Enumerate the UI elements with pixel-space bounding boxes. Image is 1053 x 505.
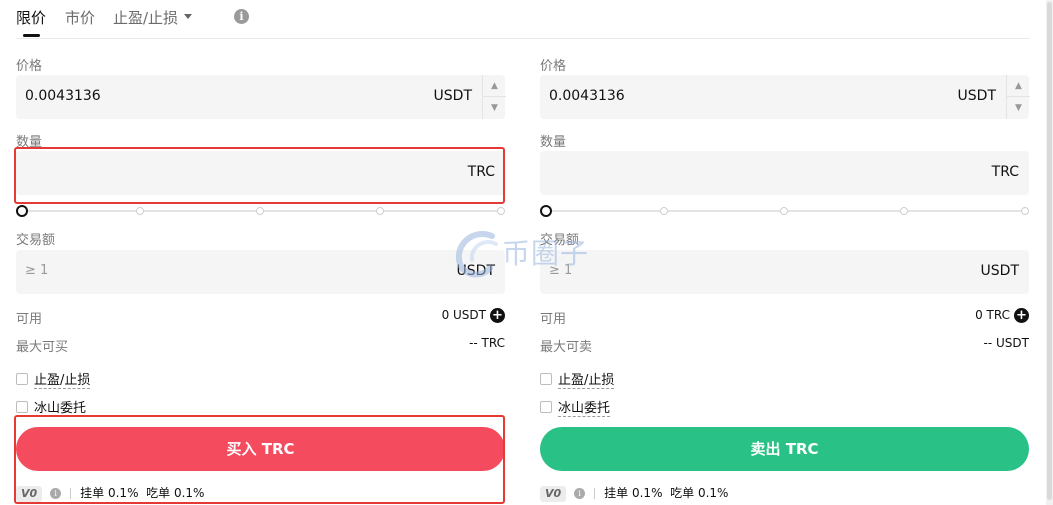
available-row: 可用 0 TRC +: [540, 308, 1029, 327]
available-row: 可用 0 USDT +: [16, 308, 505, 327]
slider-step-50[interactable]: [256, 207, 264, 215]
maker-fee: 挂单 0.1%: [604, 486, 663, 500]
max-sell-value: -- USDT: [983, 336, 1029, 350]
fee-info: V0 i 挂单 0.1% 吃单 0.1%: [540, 484, 728, 502]
sell-button[interactable]: 卖出 TRC: [540, 427, 1029, 471]
checkbox-box[interactable]: [540, 372, 552, 385]
sell-qty-unit: TRC: [991, 164, 1019, 180]
tpsl-checkbox-label: 止盈/止损: [34, 373, 91, 389]
slider-step-75[interactable]: [900, 207, 908, 215]
available-value: 0 USDT: [441, 308, 486, 322]
taker-fee: 吃单 0.1%: [146, 486, 205, 500]
price-stepper: ▲ ▼: [482, 75, 506, 119]
sell-price-input[interactable]: 0.0043136 USDT ▲ ▼: [540, 75, 1030, 119]
chevron-up-icon[interactable]: ▲: [1007, 75, 1030, 97]
buy-percent-slider[interactable]: [16, 205, 505, 217]
buy-price-value: 0.0043136: [25, 88, 101, 104]
chevron-down-icon[interactable]: ▼: [483, 97, 506, 119]
buy-amount-placeholder: ≥ 1: [25, 263, 49, 278]
chevron-down-icon[interactable]: ▼: [1007, 97, 1030, 119]
plus-circle-icon[interactable]: +: [490, 308, 505, 323]
buy-qty-input[interactable]: TRC: [16, 151, 505, 195]
slider-step-25[interactable]: [660, 207, 668, 215]
sell-amount-unit: USDT: [980, 263, 1019, 279]
sell-price-unit: USDT: [957, 88, 996, 104]
available-label: 可用: [16, 312, 43, 327]
sell-amount-input[interactable]: ≥ 1 USDT: [540, 250, 1029, 294]
plus-circle-icon[interactable]: +: [1014, 308, 1029, 323]
max-buy-value: -- TRC: [469, 336, 505, 350]
iceberg-checkbox-label: 冰山委托: [558, 401, 611, 417]
available-label: 可用: [540, 312, 567, 327]
buy-price-unit: USDT: [433, 88, 472, 104]
checkbox-box[interactable]: [16, 372, 28, 385]
iceberg-checkbox-label: 冰山委托: [34, 401, 87, 417]
buy-button[interactable]: 买入 TRC: [16, 427, 505, 471]
buy-price-input[interactable]: 0.0043136 USDT ▲ ▼: [16, 75, 506, 119]
price-label: 价格: [16, 59, 43, 74]
slider-handle[interactable]: [16, 205, 28, 217]
sell-price-value: 0.0043136: [549, 88, 625, 104]
scrollbar[interactable]: [1046, 0, 1053, 505]
max-sell-row: 最大可卖 -- USDT: [540, 336, 1029, 355]
tpsl-checkbox[interactable]: 止盈/止损: [540, 369, 615, 389]
taker-fee: 吃单 0.1%: [670, 486, 729, 500]
fee-info: V0 i 挂单 0.1% 吃单 0.1%: [16, 484, 204, 502]
amount-label: 交易额: [540, 233, 580, 248]
sell-qty-input[interactable]: TRC: [540, 151, 1029, 195]
scrollbar-thumb[interactable]: [1047, 2, 1052, 500]
checkbox-box[interactable]: [16, 400, 28, 413]
iceberg-checkbox[interactable]: 冰山委托: [540, 397, 611, 417]
vip-badge: V0: [16, 485, 43, 502]
slider-handle[interactable]: [540, 205, 552, 217]
available-value-wrap: 0 USDT +: [442, 308, 505, 323]
max-buy-row: 最大可买 -- TRC: [16, 336, 505, 355]
sell-amount-placeholder: ≥ 1: [549, 263, 573, 278]
checkbox-box[interactable]: [540, 400, 552, 413]
tpsl-checkbox[interactable]: 止盈/止损: [16, 369, 91, 389]
buy-qty-unit: TRC: [467, 164, 495, 180]
price-stepper: ▲ ▼: [1006, 75, 1030, 119]
slider-step-100[interactable]: [1021, 207, 1029, 215]
slider-step-100[interactable]: [497, 207, 505, 215]
info-icon[interactable]: i: [574, 488, 586, 499]
price-label: 价格: [540, 59, 567, 74]
max-sell-label: 最大可卖: [540, 340, 593, 355]
divider: [594, 488, 596, 499]
buy-amount-unit: USDT: [456, 263, 495, 279]
max-buy-label: 最大可买: [16, 340, 69, 355]
maker-fee: 挂单 0.1%: [80, 486, 139, 500]
slider-step-50[interactable]: [780, 207, 788, 215]
available-value: 0 TRC: [975, 308, 1010, 322]
sell-percent-slider[interactable]: [540, 205, 1029, 217]
divider: [70, 488, 72, 499]
vip-badge: V0: [540, 485, 567, 502]
slider-step-25[interactable]: [136, 207, 144, 215]
iceberg-checkbox[interactable]: 冰山委托: [16, 397, 87, 417]
tpsl-checkbox-label: 止盈/止损: [558, 373, 615, 389]
slider-step-75[interactable]: [376, 207, 384, 215]
qty-label: 数量: [540, 135, 567, 150]
buy-panel: 价格 0.0043136 USDT ▲ ▼ 数量 TRC 交易额 ≥ 1 USD…: [16, 0, 506, 505]
qty-label: 数量: [16, 135, 43, 150]
available-value-wrap: 0 TRC +: [975, 308, 1029, 323]
sell-panel: 价格 0.0043136 USDT ▲ ▼ 数量 TRC 交易额 ≥ 1 USD…: [540, 0, 1030, 505]
chevron-up-icon[interactable]: ▲: [483, 75, 506, 97]
info-icon[interactable]: i: [50, 488, 62, 499]
amount-label: 交易额: [16, 233, 56, 248]
buy-amount-input[interactable]: ≥ 1 USDT: [16, 250, 505, 294]
